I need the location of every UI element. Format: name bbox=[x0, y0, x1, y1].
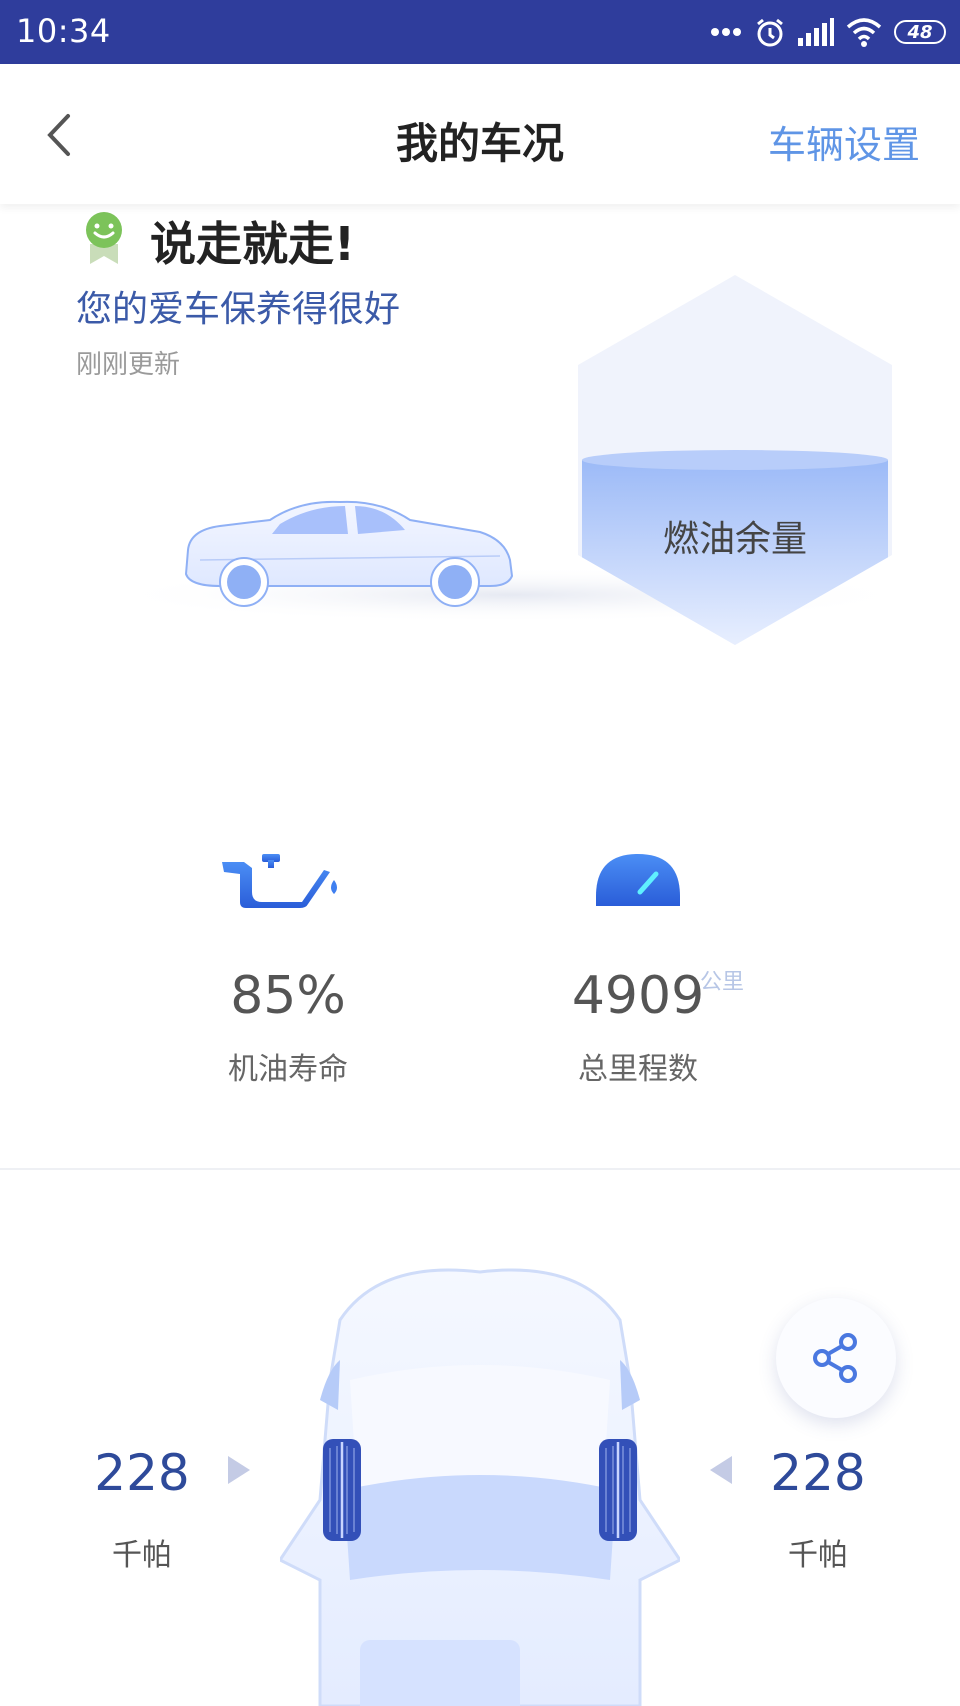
more-dots-icon bbox=[711, 28, 741, 36]
signal-icon bbox=[798, 18, 834, 46]
fuel-level-gauge bbox=[578, 275, 892, 645]
status-time: 10:34 bbox=[16, 12, 111, 50]
fuel-label: 燃油余量 bbox=[662, 519, 807, 560]
mileage-unit: 公里 bbox=[700, 970, 745, 995]
status-headline: 说走就走! bbox=[150, 217, 355, 271]
right-pointer-arrow bbox=[710, 1456, 732, 1484]
vehicle-settings-button[interactable]: 车辆设置 bbox=[768, 114, 920, 169]
wifi-icon bbox=[846, 18, 882, 47]
mileage-label: 总里程数 bbox=[578, 1052, 698, 1087]
oil-can-icon bbox=[222, 854, 337, 908]
alarm-icon bbox=[757, 18, 783, 47]
left-pointer-arrow bbox=[228, 1456, 250, 1484]
battery-level: 48 bbox=[907, 21, 933, 43]
oil-life-value: 85% bbox=[230, 966, 346, 1026]
battery-icon: 48 bbox=[894, 20, 946, 44]
share-icon bbox=[813, 1333, 857, 1383]
speedometer-icon bbox=[596, 854, 680, 906]
status-bar: 10:34 48 bbox=[0, 0, 960, 64]
left-tire-unit: 千帕 bbox=[112, 1538, 172, 1573]
section-divider bbox=[0, 1168, 960, 1170]
status-subline: 您的爱车保养得很好 bbox=[76, 289, 401, 330]
nav-bar: 我的车况 车辆设置 bbox=[0, 64, 960, 204]
status-icons: 48 bbox=[710, 14, 946, 50]
oil-life-label: 机油寿命 bbox=[228, 1052, 348, 1087]
car-side-illustration bbox=[184, 500, 514, 607]
left-tire-pressure: 228 bbox=[94, 1444, 190, 1502]
right-tire-pressure: 228 bbox=[770, 1444, 866, 1502]
right-tire-unit: 千帕 bbox=[788, 1538, 848, 1573]
update-time: 刚刚更新 bbox=[76, 350, 181, 380]
share-button[interactable] bbox=[776, 1298, 896, 1418]
smiley-badge-icon bbox=[86, 212, 122, 264]
tire-front-left bbox=[323, 1439, 361, 1541]
tire-front-right bbox=[599, 1439, 637, 1541]
